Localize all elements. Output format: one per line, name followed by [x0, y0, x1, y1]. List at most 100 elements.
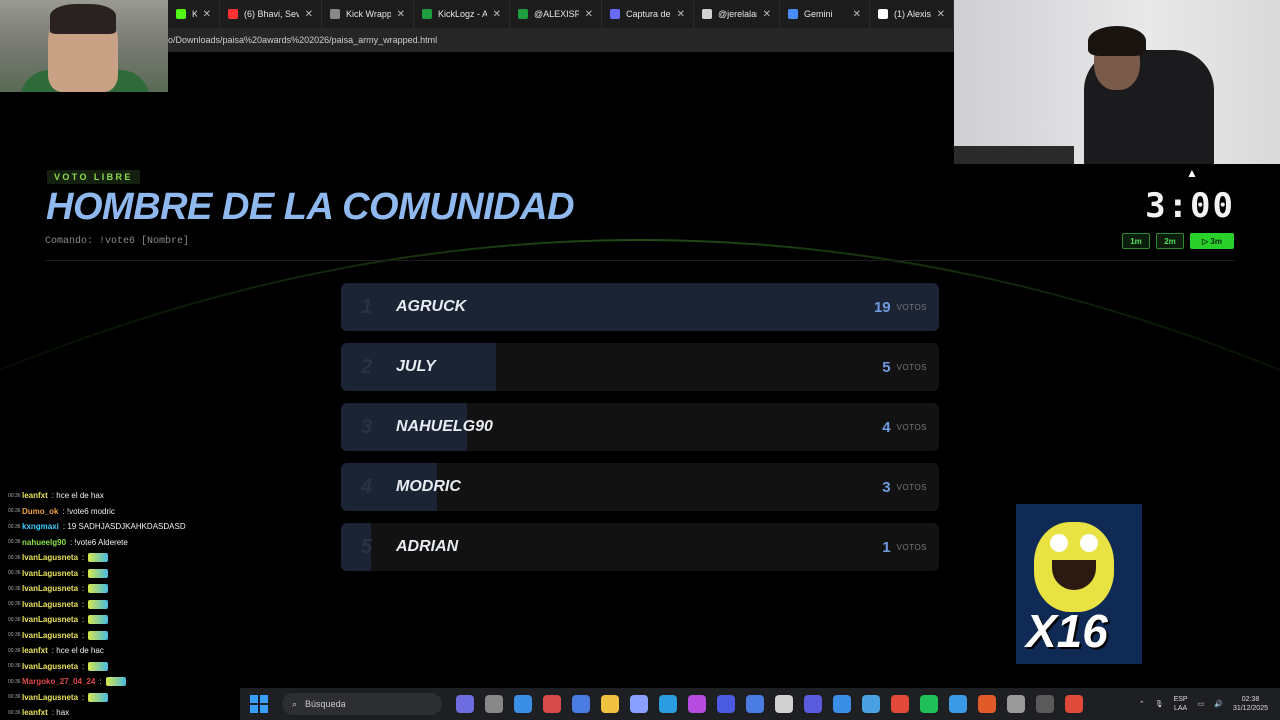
browser-address-bar[interactable]: o/Downloads/paisa%20awards%202026/paisa_… — [168, 28, 954, 52]
taskbar-app-icon[interactable] — [1036, 695, 1054, 713]
chat-username[interactable]: IvanLagusneta — [22, 631, 78, 640]
tab-label: Gemini — [804, 9, 833, 19]
chat-username[interactable]: nahueelg90 — [22, 538, 66, 547]
vote-count: 5 VOTOS — [882, 343, 927, 391]
taskbar-app-icon[interactable] — [804, 695, 822, 713]
taskbar-app-icon[interactable] — [572, 695, 590, 713]
browser-tab[interactable]: @ALEXISPAIII - ✕ — [510, 0, 602, 28]
network-icon[interactable]: ▭ — [1198, 700, 1205, 708]
taskbar-app-icon[interactable] — [456, 695, 474, 713]
taskbar-app-icon[interactable] — [1007, 695, 1025, 713]
chat-emote-icon — [105, 677, 126, 687]
chat-username[interactable]: IvanLagusneta — [22, 662, 78, 671]
close-tab-icon[interactable]: ✕ — [677, 9, 685, 20]
start-button[interactable] — [250, 695, 268, 713]
chat-message: 00:36 leanfxt: hce el de hac — [8, 643, 244, 659]
browser-tab-bar: Kick D✕(6) Bhavi, Seven✕Kick Wrapped✕Kic… — [168, 0, 954, 28]
chat-emote-icon — [88, 599, 109, 609]
taskbar-app-icon[interactable] — [746, 695, 764, 713]
close-tab-icon[interactable]: ✕ — [203, 9, 211, 20]
browser-tab[interactable]: Kick Wrapped ✕ — [322, 0, 414, 28]
close-tab-icon[interactable]: ✕ — [763, 9, 771, 20]
emote-eye — [1080, 534, 1098, 552]
chat-username[interactable]: leanfxt — [22, 708, 48, 717]
chat-username[interactable]: leanfxt — [22, 646, 48, 655]
chat-timestamp: 00:36 — [8, 492, 21, 499]
taskbar-app-icon[interactable] — [978, 695, 996, 713]
taskbar-app-icon[interactable] — [891, 695, 909, 713]
close-tab-icon[interactable]: ✕ — [853, 9, 861, 20]
candidate-name: MODRIC — [396, 478, 461, 495]
chat-username[interactable]: IvanLagusneta — [22, 553, 78, 562]
browser-tab[interactable]: Kick D ✕ — [168, 0, 220, 28]
chat-text: : — [82, 584, 85, 594]
chat-message: 00:36 IvanLagusneta: — [8, 612, 244, 628]
browser-tab[interactable]: (6) Bhavi, Seven ✕ — [220, 0, 322, 28]
timer-3m-button[interactable]: ▷ 3m — [1190, 233, 1234, 249]
chat-timestamp: 00:36 — [8, 523, 21, 530]
taskbar-app-icon[interactable] — [1065, 695, 1083, 713]
close-tab-icon[interactable]: ✕ — [397, 9, 405, 20]
taskbar-app-icon[interactable] — [485, 695, 503, 713]
chat-username[interactable]: IvanLagusneta — [22, 584, 78, 593]
timer-2m-button[interactable]: 2m — [1156, 233, 1184, 249]
clock[interactable]: 02:38 31/12/2025 — [1233, 695, 1268, 713]
chevron-up-icon[interactable]: ⌃ — [1139, 700, 1145, 708]
taskbar-app-icon[interactable] — [630, 695, 648, 713]
streamer-webcam-right — [954, 0, 1280, 164]
taskbar-app-icon[interactable] — [862, 695, 880, 713]
taskbar-app-icon[interactable] — [543, 695, 561, 713]
browser-tab[interactable]: @jerelalanne - ✕ — [694, 0, 780, 28]
close-tab-icon[interactable]: ✕ — [937, 9, 945, 20]
chat-username[interactable]: IvanLagusneta — [22, 569, 78, 578]
vote-number: 4 — [882, 418, 891, 436]
taskbar-app-icon[interactable] — [688, 695, 706, 713]
webcam-desk — [954, 146, 1074, 164]
timer-1m-button[interactable]: 1m — [1122, 233, 1150, 249]
language-indicator[interactable]: ESP LAA — [1174, 695, 1188, 713]
chat-timestamp: 00:36 — [8, 570, 21, 577]
chat-message: 00:36 IvanLagusneta: — [8, 581, 244, 597]
browser-tab[interactable]: (1) Alexispaiii e ✕ — [870, 0, 954, 28]
ranking-row: 4 MODRIC 3 VOTOS — [341, 463, 939, 511]
votes-label: VOTOS — [896, 362, 927, 372]
clock-time: 02:38 — [1241, 696, 1260, 703]
address-url[interactable]: o/Downloads/paisa%20awards%202026/paisa_… — [168, 35, 437, 45]
taskbar-app-icon[interactable] — [717, 695, 735, 713]
chat-username[interactable]: IvanLagusneta — [22, 600, 78, 609]
chat-username[interactable]: Dumo_ok — [22, 507, 58, 516]
browser-tab[interactable]: KickLogz - Anál ✕ — [414, 0, 510, 28]
tab-label: Captura de pan — [626, 9, 671, 19]
chat-username[interactable]: IvanLagusneta — [22, 693, 78, 702]
taskbar-app-icon[interactable] — [514, 695, 532, 713]
taskbar-app-icon[interactable] — [833, 695, 851, 713]
chat-username[interactable]: kxngmaxi — [22, 522, 59, 531]
volume-icon[interactable]: 🔊 — [1214, 700, 1223, 708]
chat-text: : hce el de hac — [51, 646, 104, 656]
candidate-name: AGRUCK — [396, 298, 467, 315]
page-title: HOMBRE DE LA COMUNIDAD — [46, 186, 575, 228]
stream-chat: 00:36 leanfxt: hce el de hax 00:36 Dumo_ok:… — [8, 488, 244, 720]
chat-text: : — [82, 630, 85, 640]
chat-text: : !vote6 modric — [62, 506, 115, 516]
browser-tab[interactable]: Gemini ✕ — [780, 0, 870, 28]
taskbar-app-icon[interactable] — [920, 695, 938, 713]
taskbar-app-icon[interactable] — [659, 695, 677, 713]
browser-tab[interactable]: Captura de pan ✕ — [602, 0, 694, 28]
microphone-icon[interactable]: 🎙 — [1155, 700, 1164, 708]
chat-username[interactable]: leanfxt — [22, 491, 48, 500]
taskbar-app-icon[interactable] — [601, 695, 619, 713]
ranking-list: 1 AGRUCK 19 VOTOS 2 JULY 5 VOTOS 3 NAHUELG90 4 VOTO… — [341, 283, 939, 583]
taskbar-app-icon[interactable] — [775, 695, 793, 713]
close-tab-icon[interactable]: ✕ — [493, 9, 501, 20]
chat-text: : !vote6 Alderete — [70, 537, 128, 547]
taskbar-search[interactable]: ⌕ Búsqueda — [282, 693, 442, 715]
chat-username[interactable]: Margoko_27_04_24 — [22, 677, 95, 686]
chat-message: 00:36 leanfxt: hce el de hax — [8, 488, 244, 504]
chat-username[interactable]: IvanLagusneta — [22, 615, 78, 624]
tab-label: (6) Bhavi, Seven — [244, 9, 299, 19]
close-tab-icon[interactable]: ✕ — [305, 9, 313, 20]
chat-text: : hax — [51, 708, 70, 718]
close-tab-icon[interactable]: ✕ — [585, 9, 593, 20]
taskbar-app-icon[interactable] — [949, 695, 967, 713]
